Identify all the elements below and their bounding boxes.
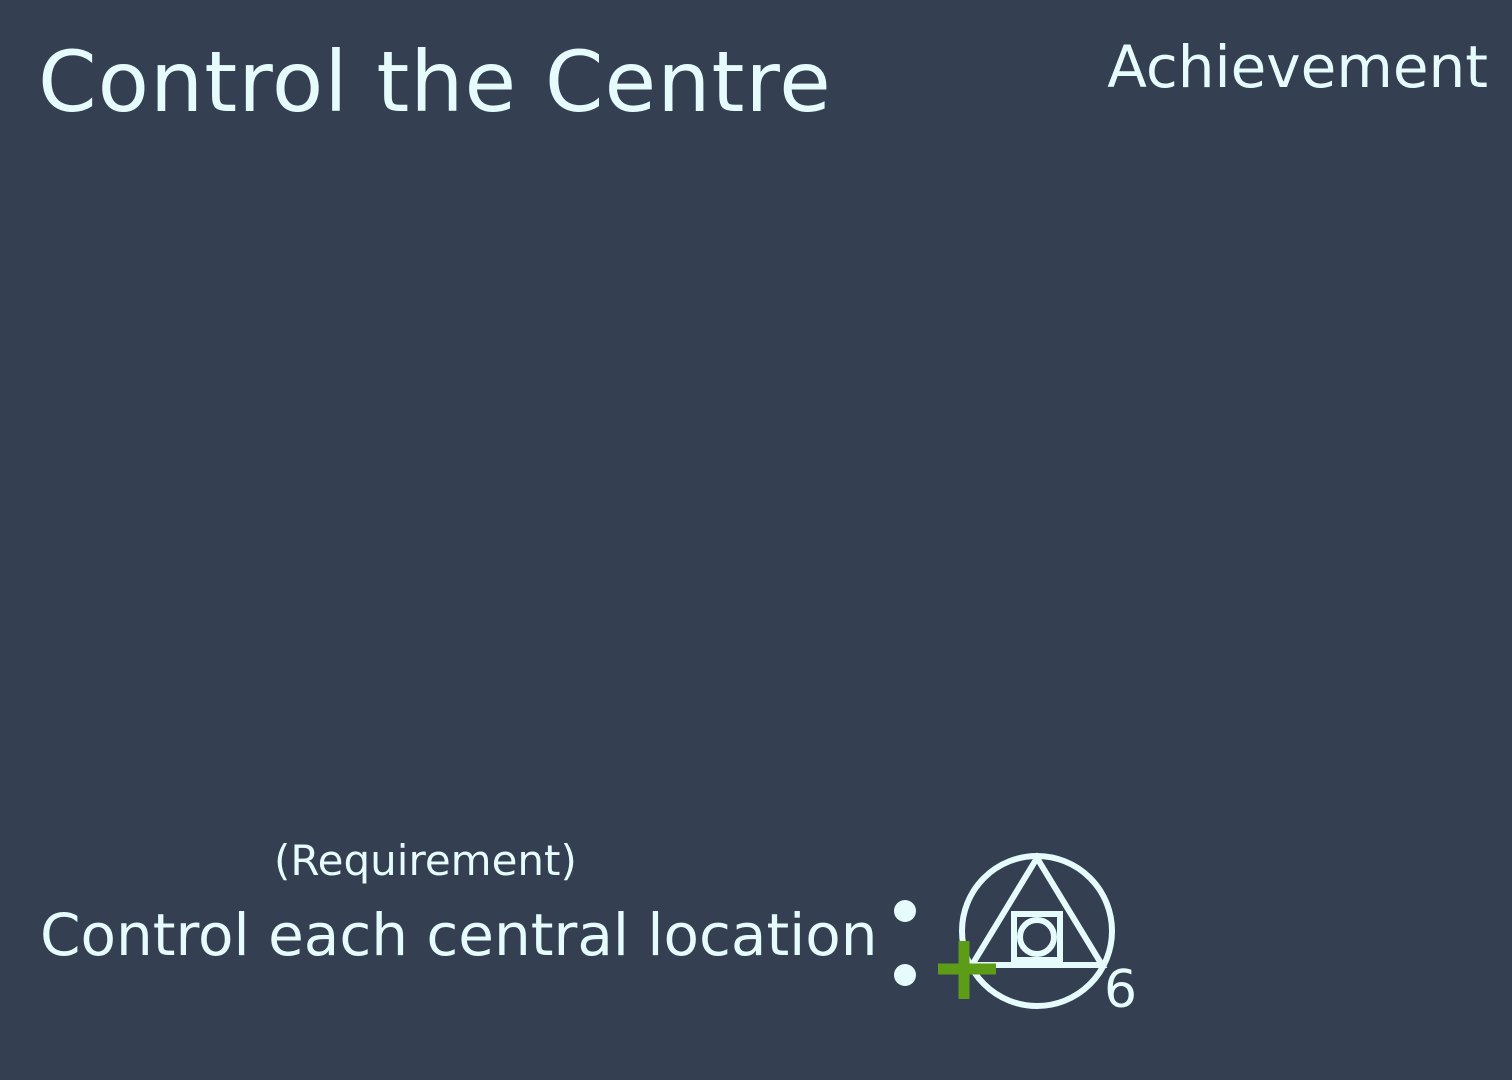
card-type-label: Achievement (1107, 33, 1488, 101)
colon-separator (893, 898, 917, 988)
reward-count: 6 (1104, 960, 1138, 1020)
philosophers-stone-icon (959, 852, 1115, 1009)
requirement-text: Control each central location (40, 901, 878, 969)
requirement-tag: (Requirement) (274, 836, 577, 885)
card-title: Control the Centre (38, 33, 832, 131)
